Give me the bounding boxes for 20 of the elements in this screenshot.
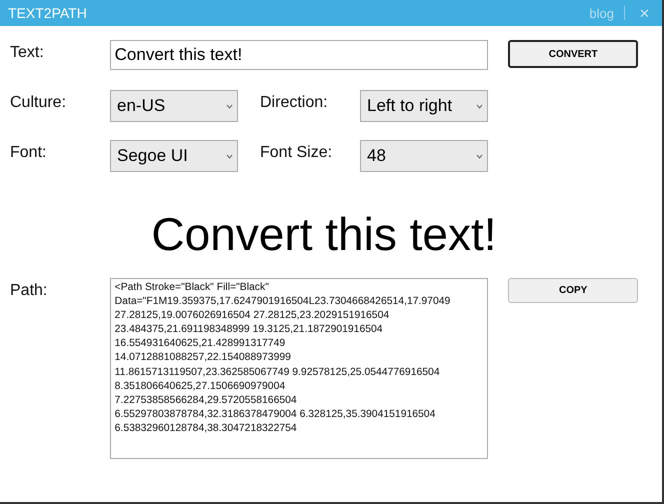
window-title: TEXT2PATH [8, 5, 88, 21]
convert-button[interactable]: CONVERT [508, 40, 638, 68]
caret-icon [226, 154, 233, 158]
font-dropdown[interactable]: Segoe UI [110, 140, 238, 172]
copy-button[interactable]: COPY [508, 278, 638, 303]
caret-icon [226, 104, 233, 108]
font-size-dropdown[interactable]: 48 [360, 140, 488, 172]
text-input[interactable]: Convert this text! [110, 40, 488, 70]
path-output-field[interactable]: <Path Stroke="Black" Fill="Black" Data="F1M19.359375,17.6247901916504L23.7304668426514,17.97049 27.28125,19.0076026916504 27.28125,23.2029151916504 23.484375,21.691198348999 19.3125,21.1872901916504 16.554931640625,21.428991317749 14.0712881088257,22.154088973999 11.8615713119507,23.362585067749 9.92578125,25.0544776916504 8.351806640625,27.1506690979004 7.22753858566284,29.5720558166504 6.55297803878784,32.3186378479004 6.328125,35.3904151916504 6.53832960128784,38.3047218322754 [110, 278, 488, 459]
field-label: Font Size: [260, 143, 334, 162]
field-label: Culture: [10, 93, 68, 112]
field-label: Path: [10, 281, 48, 300]
caret-icon [476, 154, 483, 158]
text-preview: Convert this text! [151, 207, 497, 261]
field-label: Direction: [260, 93, 329, 112]
direction-dropdown[interactable]: Left to right [360, 90, 488, 122]
field-label: Text: [10, 43, 45, 62]
caret-icon [476, 104, 483, 108]
culture-dropdown[interactable]: en-US [110, 90, 238, 122]
field-label: Font: [10, 143, 48, 162]
